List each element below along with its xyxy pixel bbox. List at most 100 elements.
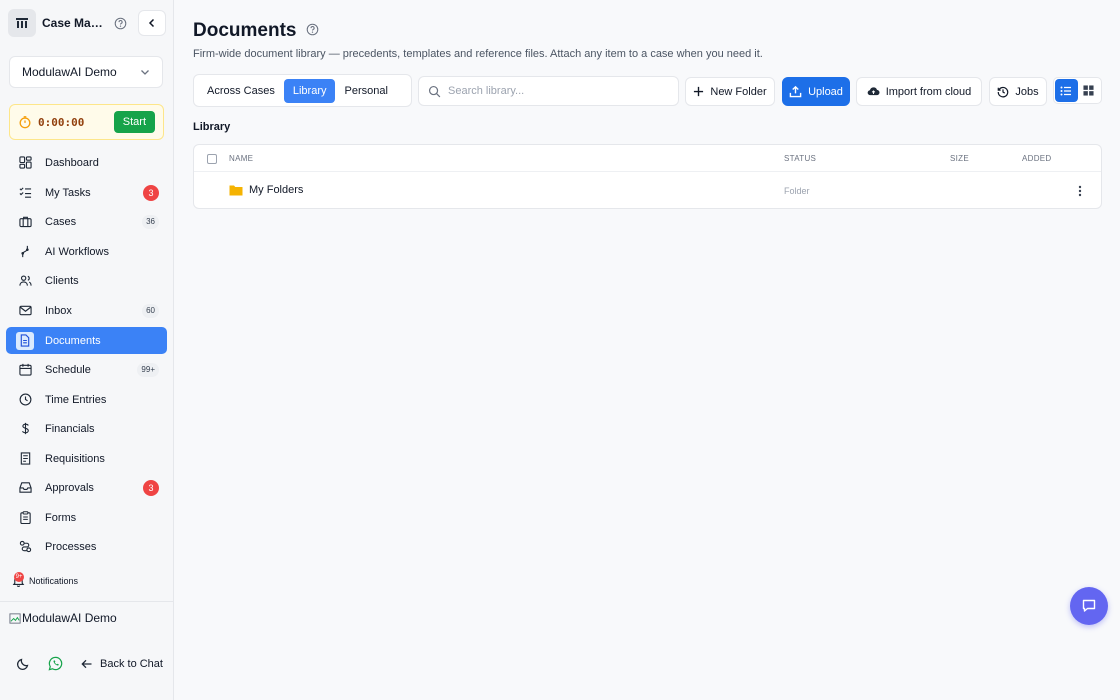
tasks-count-badge: 3 (143, 184, 159, 201)
documents-table: NAME STATUS SIZE ADDED My Folders Folder (193, 144, 1102, 209)
time-tracker: 0:00:00 Start (9, 104, 164, 140)
mail-icon (18, 304, 32, 318)
table-header: NAME STATUS SIZE ADDED (194, 145, 1101, 172)
dashboard-icon (18, 156, 32, 170)
sidebar-item-clients[interactable]: Clients (6, 267, 167, 294)
sidebar-footer: Back to Chat (16, 656, 174, 671)
list-icon (1060, 86, 1072, 95)
sidebar-item-inbox[interactable]: Inbox 60 (6, 297, 167, 324)
sidebar-item-ai-workflows[interactable]: AI Workflows (6, 238, 167, 265)
sidebar-item-my-tasks[interactable]: My Tasks 3 (6, 179, 167, 206)
upload-icon (789, 85, 802, 98)
timer-start-button[interactable]: Start (113, 111, 155, 133)
notifications-button[interactable]: 9+ Notifications (12, 572, 79, 587)
sidebar-item-financials[interactable]: Financials (6, 415, 167, 442)
help-icon[interactable] (306, 20, 319, 42)
grid-view-button[interactable] (1078, 79, 1101, 102)
grid-icon (1083, 85, 1094, 96)
row-status: Folder (784, 186, 810, 196)
sidebar-item-label: Time Entries (45, 393, 107, 406)
dark-mode-toggle[interactable] (16, 657, 30, 671)
sidebar-item-time-entries[interactable]: Time Entries (6, 386, 167, 413)
sidebar-item-label: AI Workflows (45, 245, 109, 258)
collapse-sidebar-button[interactable] (138, 10, 166, 36)
sidebar-item-label: My Tasks (45, 186, 91, 199)
list-view-button[interactable] (1055, 79, 1078, 102)
jobs-button[interactable]: Jobs (989, 77, 1047, 106)
column-header-name[interactable]: NAME (229, 154, 253, 163)
column-header-status[interactable]: STATUS (784, 154, 816, 163)
process-icon (18, 540, 32, 554)
sidebar-item-forms[interactable]: Forms (6, 504, 167, 531)
timer-value: 0:00:00 (38, 115, 85, 129)
arrow-left-icon (81, 659, 92, 668)
whatsapp-button[interactable] (48, 656, 63, 671)
more-vertical-icon (1078, 185, 1082, 197)
page-subtitle: Firm-wide document library — precedents,… (193, 48, 763, 60)
tab-across-cases[interactable]: Across Cases (198, 79, 284, 103)
tab-personal[interactable]: Personal (335, 79, 396, 103)
sidebar-item-documents[interactable]: Documents (6, 327, 167, 354)
approvals-count-badge: 3 (143, 479, 159, 496)
clipboard-icon (18, 511, 32, 525)
column-header-added[interactable]: ADDED (1022, 154, 1052, 163)
sidebar-item-requisitions[interactable]: Requisitions (6, 445, 167, 472)
view-mode-toggle (1053, 77, 1102, 104)
folder-icon (229, 185, 243, 196)
stopwatch-icon (19, 116, 31, 129)
notifications-badge: 9+ (14, 572, 24, 582)
user-avatar[interactable]: ModulawAI Demo (9, 611, 117, 625)
select-all-checkbox[interactable] (207, 154, 217, 164)
moon-icon (16, 658, 29, 670)
users-icon (18, 274, 32, 288)
jobs-label: Jobs (1015, 85, 1039, 98)
chevron-down-icon (141, 70, 149, 75)
cloud-upload-icon (867, 87, 880, 96)
broken-image-icon (9, 612, 21, 624)
row-more-button[interactable] (1073, 183, 1087, 199)
sidebar-item-schedule[interactable]: Schedule 99+ (6, 356, 167, 383)
calendar-icon (18, 363, 32, 377)
search-icon (428, 85, 441, 97)
sidebar-item-dashboard[interactable]: Dashboard (6, 149, 167, 176)
upload-button[interactable]: Upload (782, 77, 850, 106)
sidebar-item-label: Clients (45, 274, 79, 287)
dollar-icon (18, 422, 32, 436)
sidebar-item-cases[interactable]: Cases 36 (6, 208, 167, 235)
notifications-label: Notifications (29, 575, 79, 586)
sidebar-item-approvals[interactable]: Approvals 3 (6, 474, 167, 501)
search-input[interactable] (448, 85, 668, 97)
inbox-tray-icon (18, 481, 32, 495)
app-logo[interactable] (8, 9, 36, 37)
row-name-text: My Folders (249, 184, 304, 196)
app-title: Case Management (42, 16, 104, 30)
sidebar-item-label: Financials (45, 422, 95, 435)
document-icon (16, 331, 34, 350)
scope-tabs: Across Cases Library Personal (193, 74, 412, 107)
sidebar-item-label: Processes (45, 540, 97, 553)
help-icon[interactable] (112, 15, 128, 31)
user-avatar-alt-text: ModulawAI Demo (22, 611, 117, 625)
back-to-chat-label: Back to Chat (100, 657, 163, 670)
main-content: Documents Firm-wide document library — p… (174, 0, 1120, 700)
chat-fab-button[interactable] (1070, 587, 1108, 625)
tasks-icon (18, 186, 32, 200)
new-folder-button[interactable]: New Folder (685, 77, 775, 106)
search-box (418, 76, 679, 106)
briefcase-icon (18, 215, 32, 229)
import-from-cloud-button[interactable]: Import from cloud (856, 77, 982, 106)
sidebar-item-label: Inbox (45, 304, 72, 317)
back-to-chat-link[interactable]: Back to Chat (81, 658, 163, 670)
workspace-selector[interactable]: ModulawAI Demo (9, 56, 163, 88)
page-title-text: Documents (193, 20, 297, 41)
row-name[interactable]: My Folders (229, 184, 303, 196)
sidebar-item-processes[interactable]: Processes (6, 533, 167, 560)
tab-library[interactable]: Library (283, 78, 336, 103)
sidebar-item-label: Schedule (45, 363, 91, 376)
table-row[interactable]: My Folders Folder (194, 173, 1101, 209)
plus-icon (694, 86, 704, 97)
chat-icon (1082, 599, 1096, 612)
section-label: Library (193, 121, 231, 133)
column-header-size[interactable]: SIZE (950, 154, 969, 163)
sidebar-item-label: Dashboard (45, 156, 99, 169)
